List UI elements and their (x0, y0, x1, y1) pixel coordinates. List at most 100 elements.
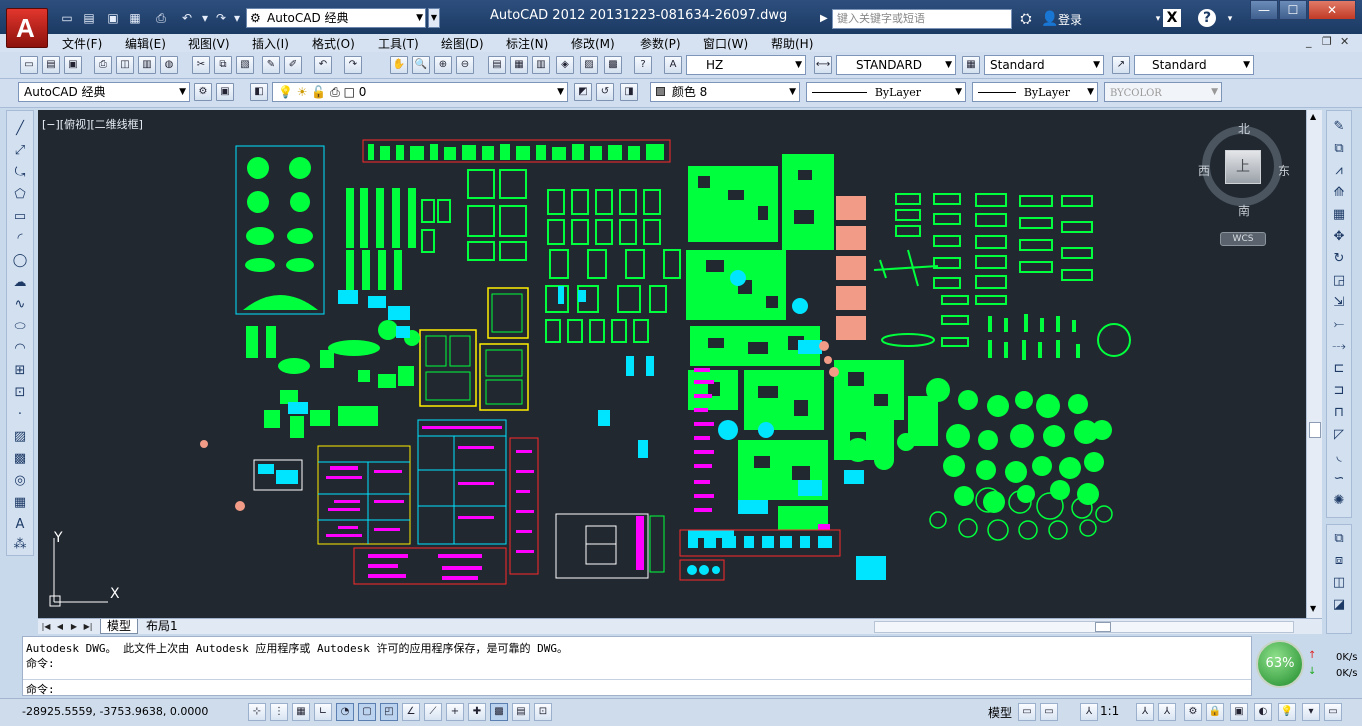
array-icon[interactable]: ▦ (1329, 205, 1349, 225)
object-snap-icon[interactable]: ▢ (358, 703, 376, 721)
auto-scale-icon[interactable]: ⅄ (1158, 703, 1176, 721)
move-icon[interactable]: ✥ (1329, 227, 1349, 247)
construction-line-icon[interactable]: ⤢ (10, 141, 30, 161)
minimize-button[interactable]: — (1250, 0, 1278, 20)
line-icon[interactable]: ╱ (10, 119, 30, 139)
menu-edit[interactable]: 编辑(E) (125, 35, 166, 52)
vertical-scroll-thumb[interactable] (1309, 422, 1321, 438)
doc-close-button[interactable]: ✕ (1340, 35, 1349, 48)
workspace-combo[interactable]: ⚙ AutoCAD 经典 ▼ (246, 8, 426, 28)
table-style-icon[interactable]: ▦ (962, 56, 980, 74)
linetype-combo[interactable]: ByLayer ▼ (806, 82, 966, 102)
qnew-icon[interactable]: ▭ (20, 56, 38, 74)
extend-icon[interactable]: ⤏ (1329, 337, 1349, 357)
layer-previous-icon[interactable]: ↺ (596, 83, 614, 101)
polygon-icon[interactable]: ⬠ (10, 185, 30, 205)
insert-block-icon[interactable]: ⊞ (10, 361, 30, 381)
model-space-toggle[interactable]: 模型 (988, 704, 1012, 721)
copy-object-icon[interactable]: ⧉ (1329, 139, 1349, 159)
lineweight-icon[interactable]: ✚ (468, 703, 486, 721)
layer-states-icon[interactable]: ◨ (620, 83, 638, 101)
table-style-combo[interactable]: Standard ▼ (984, 55, 1104, 75)
polyline-icon[interactable]: ⤿ (10, 163, 30, 183)
scroll-up-icon[interactable]: ▲ (1310, 112, 1316, 121)
open-icon[interactable]: ▤ (80, 10, 98, 26)
paste-icon[interactable]: ▧ (236, 56, 254, 74)
quick-view-drawings-icon[interactable]: ▭ (1040, 703, 1058, 721)
ortho-mode-icon[interactable]: ∟ (314, 703, 332, 721)
object-snap-tracking-icon[interactable]: ∠ (402, 703, 420, 721)
fillet-icon[interactable]: ◟ (1329, 447, 1349, 467)
cut-icon[interactable]: ✂ (192, 56, 210, 74)
markup-icon[interactable]: ▨ (580, 56, 598, 74)
ellipse-arc-icon[interactable]: ◠ (10, 339, 30, 359)
menu-format[interactable]: 格式(O) (312, 35, 355, 52)
sheet-set-icon[interactable]: ◈ (556, 56, 574, 74)
wcs-menu-button[interactable]: WCS (1220, 232, 1266, 246)
multiline-text-icon[interactable]: A (10, 515, 30, 535)
offset-icon[interactable]: ⟰ (1329, 183, 1349, 203)
first-tab-icon[interactable]: |◀ (40, 620, 52, 633)
isolate-objects-icon[interactable]: ◐ (1254, 703, 1272, 721)
clean-screen-icon[interactable]: ▭ (1324, 703, 1342, 721)
explode-icon[interactable]: ✺ (1329, 491, 1349, 511)
trim-icon[interactable]: ⤚ (1329, 315, 1349, 335)
transparency-icon[interactable]: ▩ (490, 703, 508, 721)
rectangle-icon[interactable]: ▭ (10, 207, 30, 227)
text-style-combo[interactable]: HZ ▼ (686, 55, 806, 75)
redo-icon[interactable]: ↷ (344, 56, 362, 74)
user-icon[interactable]: 👤 (1040, 9, 1060, 29)
ellipse-icon[interactable]: ⬭ (10, 317, 30, 337)
dim-style-icon[interactable]: ⟷ (814, 56, 832, 74)
publish-icon[interactable]: ▥ (138, 56, 156, 74)
quick-properties-icon[interactable]: ▤ (512, 703, 530, 721)
properties-icon[interactable]: ▤ (488, 56, 506, 74)
menu-tools[interactable]: 工具(T) (378, 35, 419, 52)
undo-icon[interactable]: ↶ (314, 56, 332, 74)
3d-object-snap-icon[interactable]: ◰ (380, 703, 398, 721)
spline-icon[interactable]: ∿ (10, 295, 30, 315)
search-input[interactable]: 键入关键字或短语 (832, 9, 1012, 29)
grid-display-icon[interactable]: ▦ (292, 703, 310, 721)
3d-print-icon[interactable]: ◍ (160, 56, 178, 74)
open-icon[interactable]: ▤ (42, 56, 60, 74)
login-link[interactable]: 登录 (1058, 11, 1082, 28)
annotation-visibility-icon[interactable]: ⅄ (1136, 703, 1154, 721)
compass-south[interactable]: 南 (1238, 202, 1250, 219)
send-to-back-icon[interactable]: ⧈ (1329, 551, 1349, 571)
menu-draw[interactable]: 绘图(D) (441, 35, 484, 52)
break-at-point-icon[interactable]: ⊏ (1329, 359, 1349, 379)
bring-above-icon[interactable]: ◫ (1329, 573, 1349, 593)
tab-model[interactable]: 模型 (100, 619, 139, 634)
horizontal-scrollbar[interactable] (874, 621, 1294, 633)
binoculars-icon[interactable]: ⛭ (1016, 9, 1036, 29)
color-combo[interactable]: 颜色 8 ▼ (650, 82, 800, 102)
help-icon[interactable]: ? (1198, 9, 1216, 27)
annotation-scale-icon[interactable]: ⅄ (1080, 703, 1098, 721)
lineweight-combo[interactable]: ByLayer ▼ (972, 82, 1098, 102)
annotation-scale-value[interactable]: 1:1 (1100, 704, 1119, 718)
design-center-icon[interactable]: ▦ (510, 56, 528, 74)
exchange-icon[interactable]: X (1163, 9, 1181, 27)
save-as-icon[interactable]: ▦ (126, 10, 144, 26)
make-block-icon[interactable]: ⊡ (10, 383, 30, 403)
rotate-icon[interactable]: ↻ (1329, 249, 1349, 269)
menu-file[interactable]: 文件(F) (62, 35, 102, 52)
toolbar-lock-icon[interactable]: 🔒 (1206, 703, 1224, 721)
add-selected-icon[interactable]: ⁂ (10, 535, 30, 555)
zoom-previous-icon[interactable]: ⊖ (456, 56, 474, 74)
gradient-icon[interactable]: ▩ (10, 449, 30, 469)
mirror-icon[interactable]: ⩘ (1329, 161, 1349, 181)
tool-palettes-icon[interactable]: ▥ (532, 56, 550, 74)
join-icon[interactable]: ⊓ (1329, 403, 1349, 423)
vertical-scrollbar[interactable]: ▲ ▼ (1306, 110, 1322, 618)
break-icon[interactable]: ⊐ (1329, 381, 1349, 401)
scale-icon[interactable]: ◲ (1329, 271, 1349, 291)
save-icon[interactable]: ▣ (104, 10, 122, 26)
close-button[interactable]: ✕ (1308, 0, 1356, 20)
circle-icon[interactable]: ◯ (10, 251, 30, 271)
dim-style-combo[interactable]: STANDARD ▼ (836, 55, 956, 75)
text-style-icon[interactable]: A (664, 56, 682, 74)
drawing-canvas[interactable]: [−][俯视][二维线框] 上 北 南 东 西 WCS Y X (38, 110, 1306, 618)
cursor-coordinates[interactable]: -28925.5559, -3753.9638, 0.0000 (22, 705, 208, 718)
